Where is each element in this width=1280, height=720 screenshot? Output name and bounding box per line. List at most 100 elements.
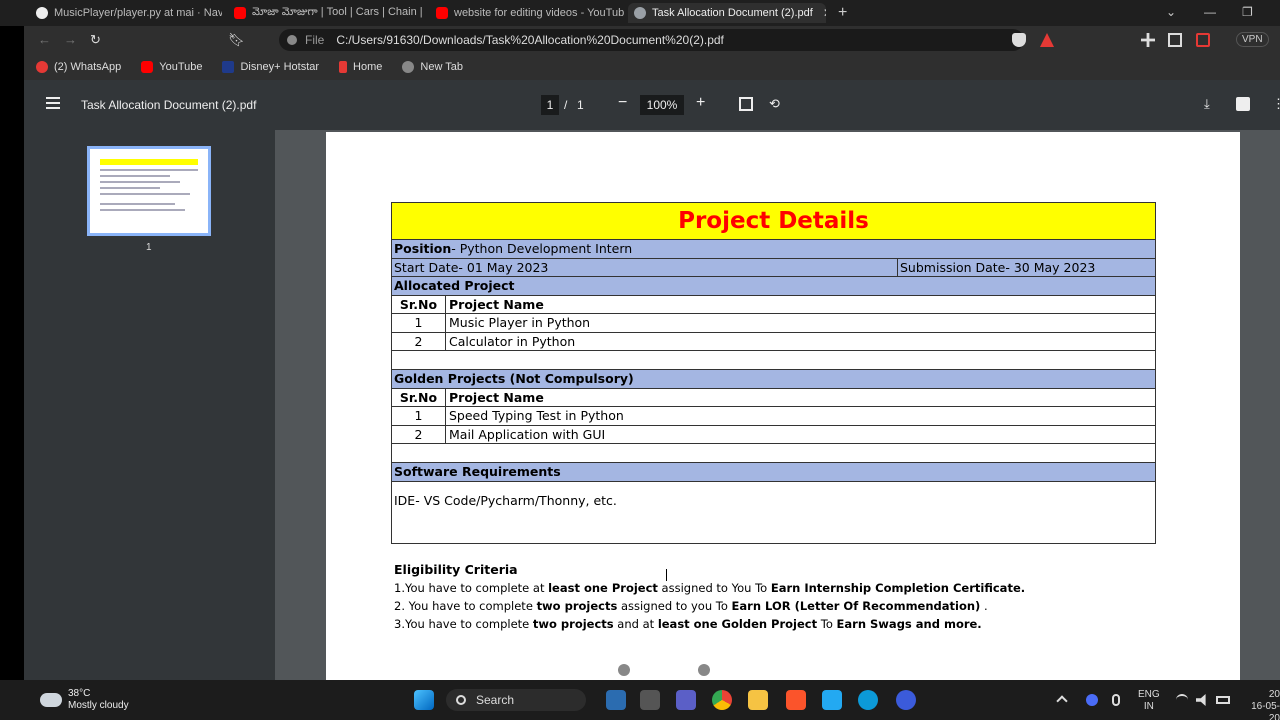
maximize-button[interactable]: ❐ (1242, 5, 1253, 19)
srno-cell: 2 (392, 332, 446, 350)
temperature: 38°C (68, 688, 91, 699)
software-header-row: Software Requirements (392, 463, 1155, 482)
close-tab-icon[interactable]: ✕ (823, 6, 826, 20)
battery-icon[interactable] (1216, 696, 1230, 704)
dates-row: Start Date- 01 May 2023 Submission Date-… (392, 258, 1155, 277)
brave-icon[interactable] (786, 690, 806, 710)
col-srno: Sr.No (392, 295, 446, 313)
eligibility-item: 3.You have to complete two projects and … (394, 617, 982, 631)
weather-widget[interactable]: 38°C Mostly cloudy (40, 688, 129, 712)
menu-icon[interactable] (46, 97, 60, 109)
new-tab-button[interactable]: + (838, 4, 847, 22)
page-thumbnail[interactable] (87, 146, 211, 236)
bookmark-label: Disney+ Hotstar (240, 61, 320, 73)
table-header-row: Sr.No Project Name (392, 388, 1155, 407)
extensions-icon[interactable] (1141, 33, 1155, 47)
sidebar-icon[interactable] (1168, 33, 1182, 47)
eligibility-item: 2. You have to complete two projects ass… (394, 599, 988, 613)
taskbar-search[interactable]: Search (446, 689, 586, 711)
weather-text: Mostly cloudy (68, 700, 129, 711)
reload-icon[interactable]: ↻ (90, 32, 101, 48)
forward-icon[interactable]: → (64, 32, 77, 47)
download-icon[interactable]: ⤓ (1204, 97, 1218, 111)
print-icon[interactable] (1236, 97, 1250, 111)
scroll-indicator-dot (698, 664, 710, 676)
back-icon[interactable]: ← (38, 32, 51, 47)
zoom-in-button[interactable]: + (696, 94, 705, 112)
start-date: Start Date- 01 May 2023 (392, 258, 898, 276)
tab-github[interactable]: MusicPlayer/player.py at mai · Navin (30, 3, 222, 23)
submission-date: Submission Date- 30 May 2023 (900, 259, 1096, 275)
minimize-button[interactable]: — (1204, 5, 1216, 19)
page-separator: / (564, 98, 568, 112)
vpn-button[interactable]: VPN (1236, 32, 1269, 47)
page-total: 1 (577, 98, 584, 112)
app-icon[interactable] (896, 690, 916, 710)
youtube-icon (234, 7, 246, 19)
tab-youtube-song[interactable]: మోజా మోజుగా | Tool | Cars | Chain | Mr. (228, 3, 426, 23)
project-name-cell: Mail Application with GUI (449, 426, 606, 442)
software-value: IDE- VS Code/Pycharm/Thonny, etc. (394, 492, 617, 508)
search-label: Search (476, 693, 515, 707)
bookmark-hotstar[interactable]: Disney+ Hotstar (222, 61, 319, 73)
pdf-viewer[interactable]: Project Details Position- Python Develop… (275, 130, 1280, 692)
copilot-icon[interactable] (606, 690, 626, 710)
scroll-indicator-dot (618, 664, 630, 676)
thumbnail-sidebar: 1 (24, 130, 275, 690)
app-tray-icon[interactable] (1086, 694, 1098, 706)
table-row: 1 Music Player in Python (392, 314, 1155, 333)
fit-page-icon[interactable] (739, 97, 753, 111)
eligibility-item: 1.You have to complete at least one Proj… (394, 581, 1026, 595)
teams-icon[interactable] (676, 690, 696, 710)
page-number-input[interactable]: 1 (541, 95, 559, 115)
wallet-icon[interactable] (1196, 33, 1210, 47)
chrome-icon[interactable] (712, 690, 732, 710)
clock[interactable]: 20 16-05-20 (1240, 689, 1280, 720)
more-options-icon[interactable]: ⋮ (1272, 97, 1280, 111)
cloud-icon (40, 693, 62, 707)
bookmark-whatsapp[interactable]: (2) WhatsApp (36, 61, 121, 73)
vscode-icon[interactable] (822, 690, 842, 710)
srno-cell: 1 (392, 407, 446, 425)
left-edge (0, 26, 24, 690)
zoom-level-input[interactable]: 100% (640, 95, 684, 115)
bookmark-label: (2) WhatsApp (54, 61, 122, 73)
github-icon (36, 7, 48, 19)
microphone-icon[interactable] (1112, 694, 1120, 706)
bookmark-youtube[interactable]: YouTube (141, 61, 202, 73)
tab-strip: MusicPlayer/player.py at mai · Navin మోజ… (0, 0, 1280, 26)
tab-title: Task Allocation Document (2).pdf (652, 7, 813, 19)
bookmark-home[interactable]: Home (339, 61, 382, 73)
bookmark-new-tab[interactable]: New Tab (402, 61, 463, 73)
scheme-label: File (305, 33, 325, 47)
zoom-out-button[interactable]: − (618, 94, 627, 112)
pdf-file-title: Task Allocation Document (2).pdf (81, 98, 257, 112)
bookmark-icon[interactable]: 🔖︎ (228, 32, 245, 48)
text-cursor (666, 569, 668, 581)
volume-icon[interactable] (1196, 694, 1206, 706)
windows-start-icon[interactable] (414, 690, 434, 710)
table-row: 2 Mail Application with GUI (392, 425, 1155, 444)
spacer-row (392, 351, 1155, 370)
search-icon (456, 695, 466, 705)
tab-search-icon[interactable]: ⌄ (1166, 5, 1176, 19)
project-name-cell: Speed Typing Test in Python (449, 408, 624, 423)
whatsapp-icon (36, 61, 48, 73)
folder-icon[interactable] (748, 690, 768, 710)
tab-youtube-editing[interactable]: website for editing videos - YouTube (430, 3, 624, 23)
address-bar[interactable]: File C:/Users/91630/Downloads/Task%20All… (279, 29, 1024, 51)
hotstar-icon (222, 61, 235, 73)
project-name-cell: Music Player in Python (449, 315, 591, 330)
brave-shield-icon[interactable] (1012, 33, 1026, 47)
tab-pdf[interactable]: Task Allocation Document (2).pdf ✕ (628, 3, 826, 23)
file-explorer-icon[interactable] (640, 690, 660, 710)
show-hidden-icons[interactable] (1056, 695, 1068, 707)
edge-icon[interactable] (858, 690, 878, 710)
rotate-icon[interactable]: ⟲ (769, 97, 783, 111)
language-indicator[interactable]: ENG IN (1138, 689, 1160, 713)
col-srno: Sr.No (392, 388, 446, 406)
table-title: Project Details (392, 203, 1155, 240)
pdf-toolbar: Task Allocation Document (2).pdf 1 / 1 −… (24, 80, 1280, 130)
wifi-icon[interactable] (1176, 694, 1188, 706)
brave-rewards-icon[interactable] (1040, 33, 1054, 47)
